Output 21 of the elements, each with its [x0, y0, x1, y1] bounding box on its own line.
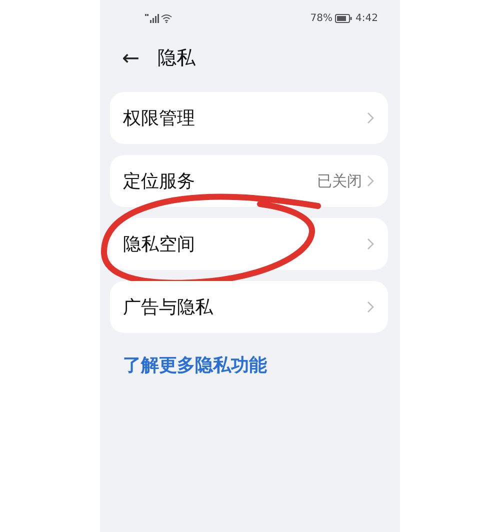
signal-icon [145, 14, 159, 22]
chevron-icon [367, 238, 374, 250]
page-title: 隐私 [158, 46, 196, 71]
settings-item[interactable]: 隐私空间 [110, 218, 388, 270]
chevron-icon [367, 301, 374, 313]
item-label: 隐私空间 [123, 233, 196, 256]
chevron-icon [367, 112, 374, 124]
battery-percent: 78% [310, 12, 333, 24]
settings-item[interactable]: 定位服务 已关闭 [110, 155, 388, 207]
chevron-icon [367, 175, 374, 187]
wifi-icon [161, 14, 172, 22]
clock-time: 4:42 [356, 12, 378, 24]
item-label: 广告与隐私 [123, 296, 214, 319]
item-label: 定位服务 [123, 170, 196, 193]
settings-item[interactable]: 权限管理 [110, 92, 388, 144]
item-label: 权限管理 [123, 107, 196, 130]
item-value: 已关闭 [317, 172, 362, 190]
settings-item[interactable]: 广告与隐私 [110, 281, 388, 333]
battery-icon [334, 14, 352, 22]
learn-more-link[interactable]: 了解更多隐私功能 [123, 353, 267, 377]
back-button[interactable]: ← [122, 48, 140, 68]
